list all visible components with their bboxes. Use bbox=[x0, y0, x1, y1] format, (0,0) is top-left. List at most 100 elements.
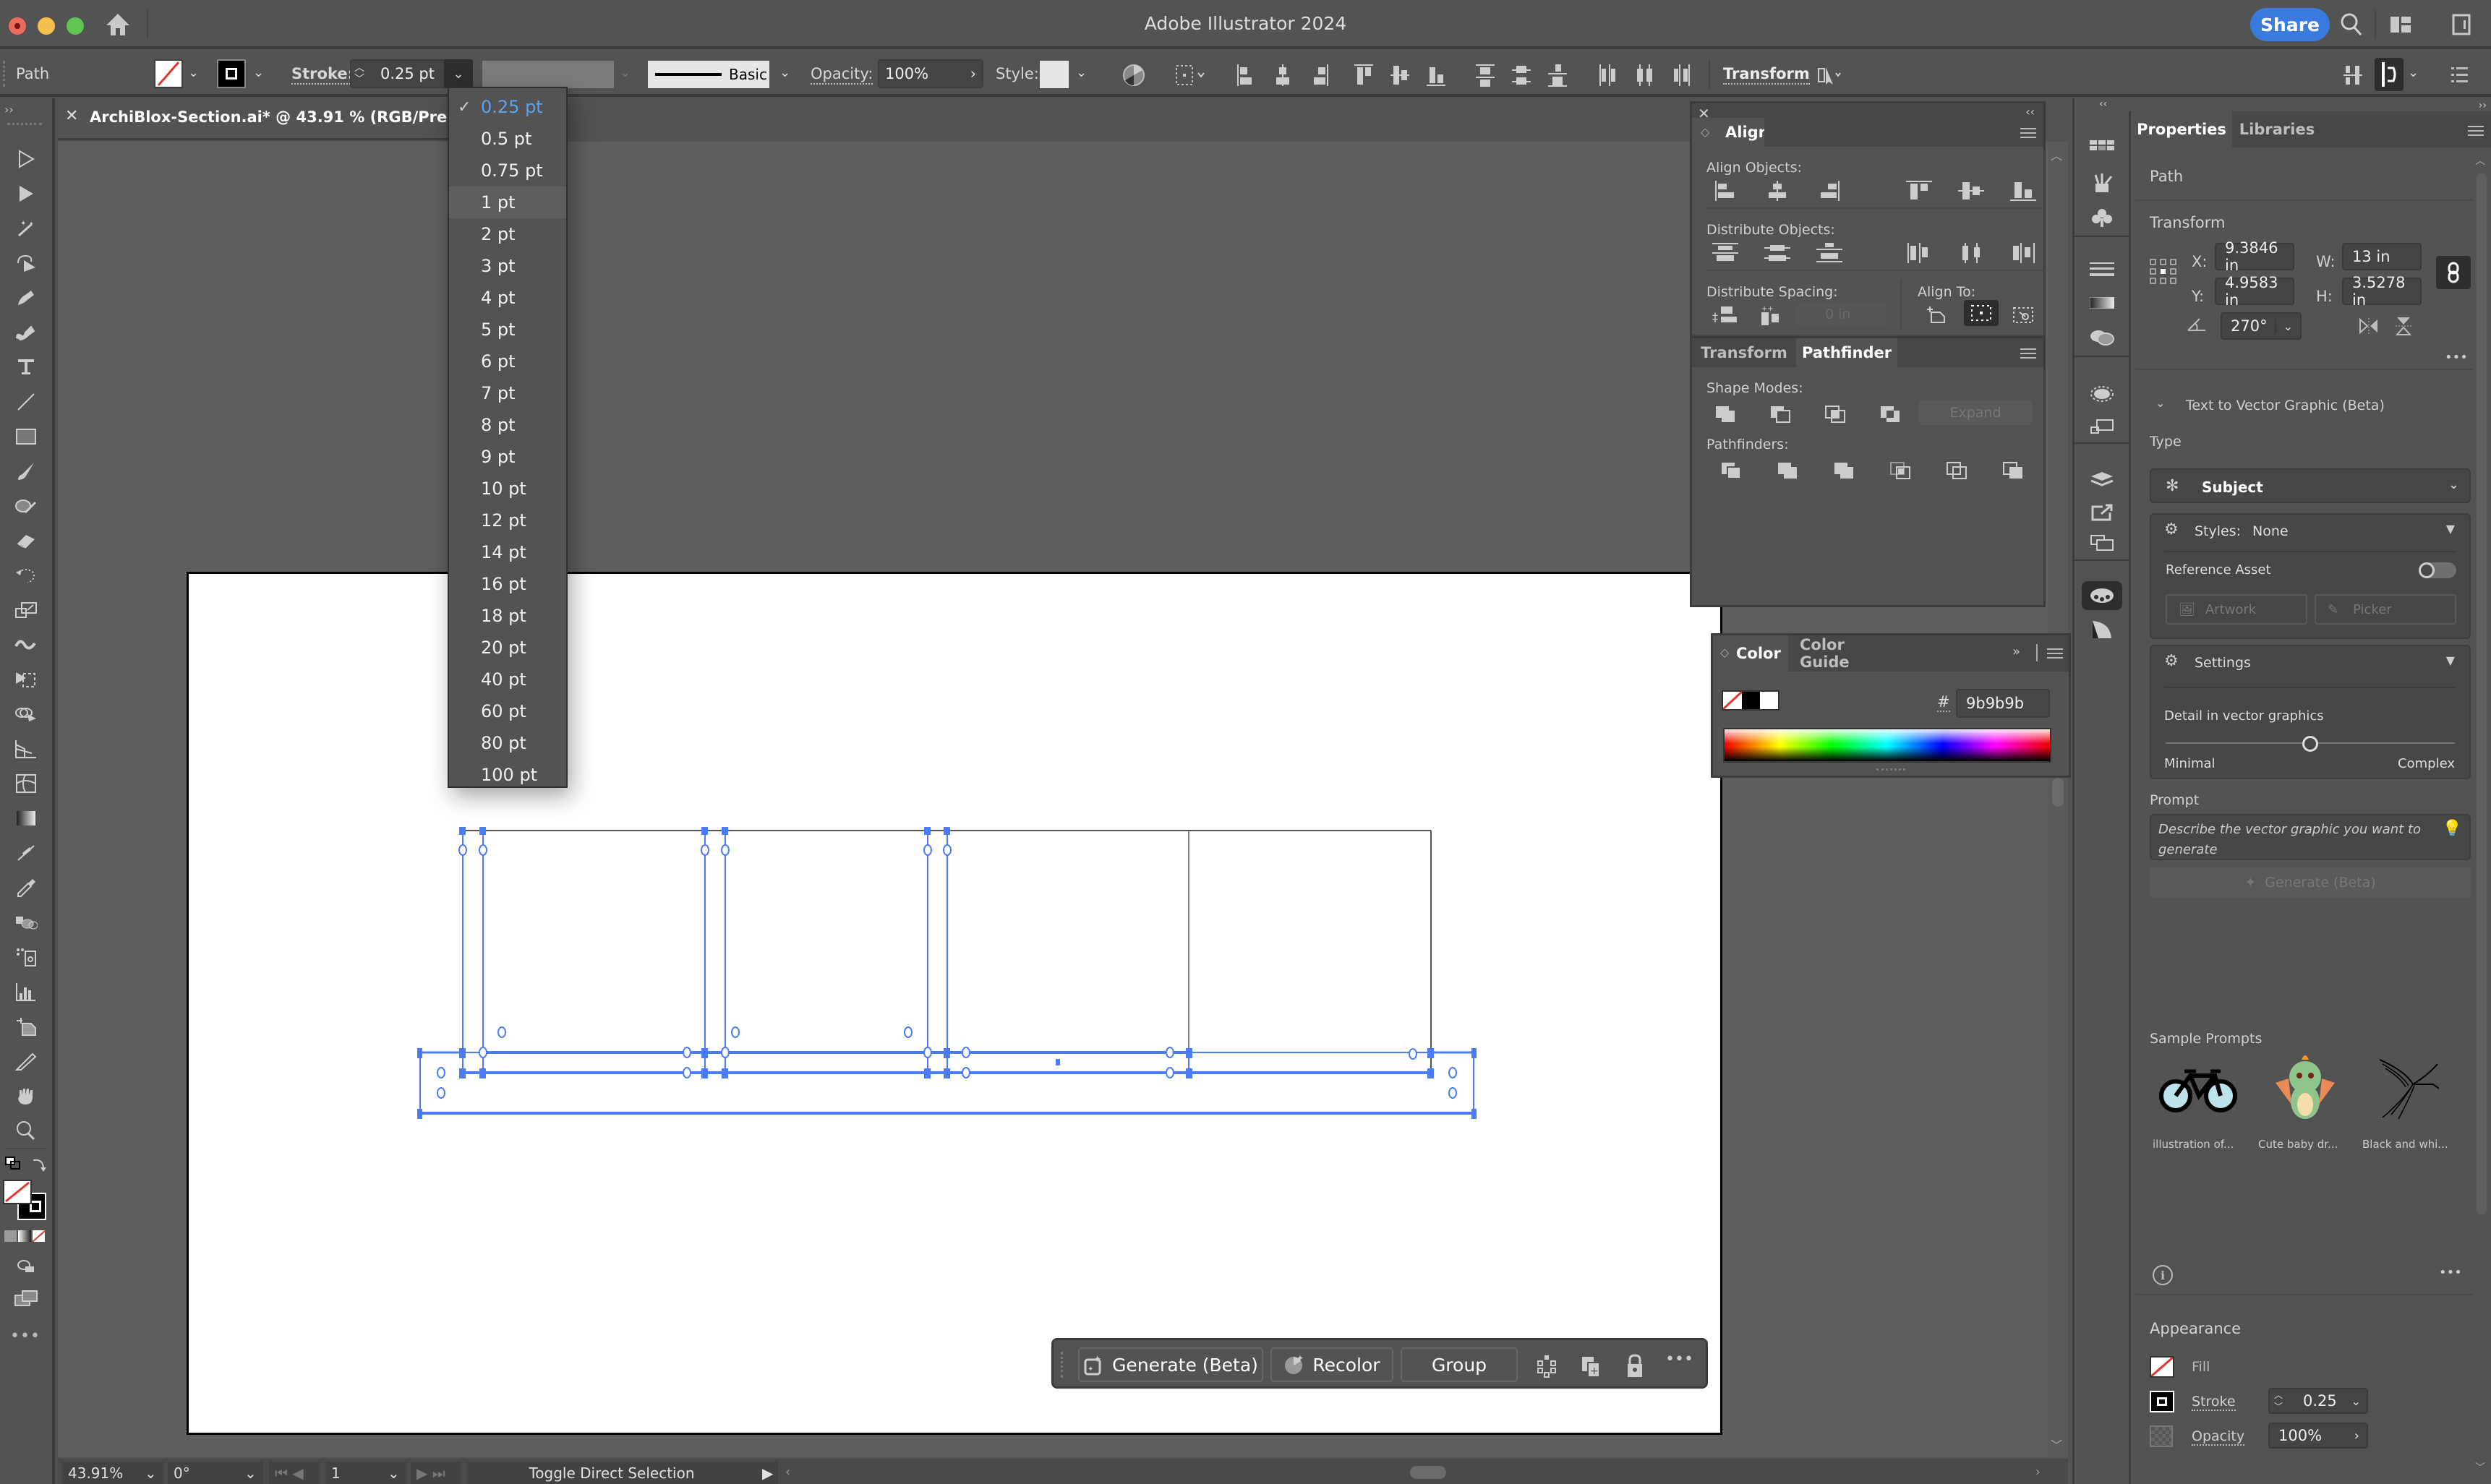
drawing-mode-icon[interactable] bbox=[9, 1252, 43, 1281]
vertical-scrollbar[interactable]: ︿ ﹀ bbox=[2048, 142, 2068, 1457]
generate-beta-button[interactable]: ✦ ✦ Generate (Beta) bbox=[1078, 1347, 1263, 1382]
appearance-stroke-input[interactable]: ︿ ﹀ 0.25 ⌄ bbox=[2268, 1388, 2368, 1414]
stroke-option[interactable]: 9 pt bbox=[449, 441, 566, 473]
expand-button[interactable]: Expand bbox=[1919, 400, 2032, 425]
align-panel-menu-icon[interactable] bbox=[2020, 128, 2036, 138]
gradient-panel-icon[interactable] bbox=[2088, 291, 2116, 315]
opacity-expand-icon[interactable]: › bbox=[970, 65, 976, 82]
grip-handle[interactable] bbox=[7, 123, 42, 126]
none-button[interactable] bbox=[32, 1230, 46, 1242]
rectangle-tool-icon[interactable] bbox=[9, 422, 43, 451]
stroke-option[interactable]: 0.5 pt bbox=[449, 123, 566, 155]
h-scrollbar-thumb[interactable] bbox=[1410, 1466, 1446, 1479]
stroke-option[interactable]: 18 pt bbox=[449, 600, 566, 632]
properties-scrollbar[interactable]: ︿ ﹀ bbox=[2474, 152, 2491, 1484]
divide-icon[interactable] bbox=[1717, 458, 1746, 483]
scroll-up-icon[interactable]: ︿ bbox=[2475, 153, 2485, 168]
black-swatch[interactable] bbox=[1742, 692, 1760, 709]
gradient-tool-icon[interactable] bbox=[9, 804, 43, 833]
brush-definition[interactable]: Basic bbox=[648, 61, 769, 88]
stroke-dropdown-chevron-icon[interactable]: ⌄ bbox=[253, 65, 264, 80]
hand-tool-icon[interactable] bbox=[9, 1081, 43, 1110]
search-icon[interactable] bbox=[2337, 10, 2366, 39]
rotation-input[interactable]: 270° ⌄ bbox=[2221, 312, 2302, 340]
variable-width-profile[interactable] bbox=[482, 61, 614, 88]
shaper-tool-icon[interactable] bbox=[9, 492, 43, 520]
horizontal-scrollbar[interactable]: ‹ › bbox=[781, 1462, 2046, 1484]
magic-wand-tool-icon[interactable]: ✦ ✦ bbox=[9, 214, 43, 243]
flip-horizontal-icon[interactable] bbox=[2358, 315, 2380, 337]
default-fill-stroke-icon[interactable] bbox=[3, 1154, 23, 1174]
stroke-dropdown-chevron-icon[interactable]: ⌄ bbox=[2351, 1394, 2361, 1408]
more-transform-options-icon[interactable]: ••• bbox=[2445, 350, 2468, 365]
stroke-option[interactable]: 14 pt bbox=[449, 536, 566, 568]
stroke-option[interactable]: 0.75 pt bbox=[449, 155, 566, 186]
reference-asset-toggle[interactable] bbox=[2419, 562, 2456, 578]
stroke-stepper-icon[interactable]: ︿ ﹀ bbox=[2274, 1389, 2283, 1412]
free-transform-tool-icon[interactable] bbox=[9, 665, 43, 694]
opacity-expand-icon[interactable]: › bbox=[2354, 1428, 2359, 1444]
column-graph-tool-icon[interactable] bbox=[9, 977, 43, 1006]
minus-back-icon[interactable] bbox=[1999, 458, 2028, 483]
artboard-tool-icon[interactable] bbox=[9, 1012, 43, 1041]
selection-tool-icon[interactable] bbox=[9, 145, 43, 173]
stroke-option[interactable]: ✓ 0.25 pt bbox=[449, 91, 566, 123]
stroke-option[interactable]: 60 pt bbox=[449, 695, 566, 727]
swap-fill-stroke-icon[interactable] bbox=[29, 1154, 49, 1174]
stroke-label[interactable]: Stroke: bbox=[291, 65, 354, 85]
rotation-dropdown-chevron-icon[interactable]: ⌄ bbox=[2274, 319, 2293, 333]
stroke-option[interactable]: 6 pt bbox=[449, 346, 566, 377]
swatches-panel-icon[interactable] bbox=[2088, 133, 2116, 158]
unite-icon[interactable] bbox=[1711, 402, 1740, 426]
collapse-section-chevron-icon[interactable]: ⌄ bbox=[2155, 396, 2165, 410]
stroke-option[interactable]: 16 pt bbox=[449, 568, 566, 600]
collapse-properties-icon[interactable]: ›› bbox=[2479, 100, 2487, 111]
appearance-opacity-label[interactable]: Opacity bbox=[2192, 1428, 2245, 1446]
settings-expand-triangle-icon[interactable]: ▼ bbox=[2446, 653, 2455, 667]
vertical-distribute-space-icon[interactable]: ‡ bbox=[1711, 303, 1740, 327]
constrain-proportions-link-icon[interactable] bbox=[2436, 256, 2471, 289]
rotate-tool-icon[interactable] bbox=[9, 561, 43, 590]
duplicate-icon[interactable]: + bbox=[1577, 1352, 1606, 1381]
scroll-up-icon[interactable]: ︿ bbox=[2051, 146, 2062, 163]
grip-handle[interactable] bbox=[3, 61, 6, 87]
line-segment-tool-icon[interactable] bbox=[9, 387, 43, 416]
brushes-panel-icon[interactable] bbox=[2088, 171, 2116, 195]
artboard-dropdown-chevron-icon[interactable]: ⌄ bbox=[383, 1462, 406, 1484]
opacity-input[interactable]: 100% › bbox=[878, 59, 983, 88]
stroke-option[interactable]: 10 pt bbox=[449, 473, 566, 505]
slider-thumb[interactable] bbox=[2302, 736, 2318, 752]
recolor-artwork-icon[interactable] bbox=[1119, 61, 1148, 90]
stroke-panel-icon[interactable] bbox=[2088, 257, 2116, 282]
white-swatch[interactable] bbox=[1760, 692, 1778, 709]
recolor-button[interactable]: ✦ Recolor bbox=[1270, 1347, 1393, 1382]
vertical-distribute-bottom-icon[interactable] bbox=[1815, 241, 1844, 265]
vertical-distribute-top-icon[interactable] bbox=[1711, 241, 1740, 265]
distribute-right-icon[interactable] bbox=[1667, 61, 1693, 90]
pathfinder-panel-menu-icon[interactable] bbox=[2020, 348, 2036, 359]
stroke-option[interactable]: 1 pt bbox=[449, 186, 566, 218]
generate-beta-panel-button[interactable]: ✦ Generate (Beta) bbox=[2150, 867, 2471, 898]
curvature-tool-icon[interactable] bbox=[9, 318, 43, 347]
asset-export-panel-icon[interactable] bbox=[2088, 500, 2116, 525]
flip-vertical-icon[interactable] bbox=[2393, 315, 2414, 337]
blend-options-icon[interactable] bbox=[1532, 1352, 1561, 1381]
eyedropper-tool-icon[interactable] bbox=[9, 873, 43, 902]
align-to-selection-icon[interactable] bbox=[1964, 300, 1999, 326]
variable-width-chevron-icon[interactable]: ⌄ bbox=[620, 65, 631, 80]
y-input[interactable]: 4.9583 in bbox=[2215, 274, 2294, 309]
transform-link[interactable]: Transform bbox=[1723, 65, 1810, 85]
edit-toolbar-more-icon[interactable]: ••• bbox=[10, 1327, 40, 1345]
more-options-icon[interactable]: ••• bbox=[1665, 1350, 1693, 1368]
zoom-dropdown-chevron-icon[interactable]: ⌄ bbox=[140, 1462, 163, 1484]
vertical-align-center-icon[interactable] bbox=[1957, 179, 1986, 203]
tab-transform[interactable]: Transform bbox=[1692, 338, 1796, 367]
align-to-key-object-icon[interactable] bbox=[2009, 303, 2038, 327]
text-to-vector-title[interactable]: Text to Vector Graphic (Beta) bbox=[2186, 398, 2385, 413]
appearance-stroke-label[interactable]: Stroke bbox=[2192, 1394, 2236, 1411]
expand-dock-icon[interactable]: ‹‹ bbox=[2099, 98, 2107, 110]
properties-panel-menu-icon[interactable] bbox=[2468, 126, 2484, 136]
control-bar-menu-icon[interactable] bbox=[2445, 61, 2474, 90]
live-paint-bucket-tool-icon[interactable] bbox=[9, 908, 43, 937]
appearance-stroke-swatch[interactable] bbox=[2150, 1391, 2174, 1412]
